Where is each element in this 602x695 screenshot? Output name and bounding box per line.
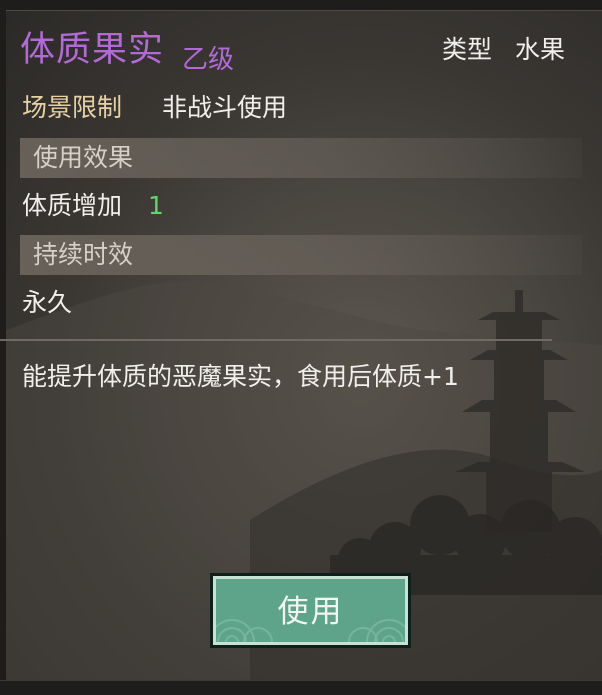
item-type-value: 水果	[515, 35, 566, 64]
panel-bottom-border	[0, 680, 602, 695]
divider	[0, 339, 552, 341]
item-name: 体质果实	[20, 30, 165, 70]
use-button-face[interactable]: 使用	[213, 576, 408, 645]
item-description: 能提升体质的恶魔果实，食用后体质+1	[22, 362, 459, 391]
item-type-label: 类型	[442, 35, 493, 64]
effect-stat: 体质增加	[22, 191, 123, 220]
duration-section-header: 持续时效	[20, 235, 582, 275]
use-button-label[interactable]: 使用	[216, 593, 405, 631]
scene-restriction-value: 非战斗使用	[162, 93, 288, 122]
effect-section-header: 使用效果	[20, 138, 582, 178]
panel-left-border	[0, 10, 6, 680]
panel-top-border	[0, 0, 602, 11]
scene-restriction-label: 场景限制	[22, 93, 123, 122]
effect-section-title: 使用效果	[33, 143, 134, 172]
use-button[interactable]: 使用	[210, 573, 411, 648]
duration-value: 永久	[22, 288, 73, 317]
effect-amount: 1	[148, 191, 164, 220]
duration-section-title: 持续时效	[33, 240, 134, 269]
item-grade: 乙级	[182, 45, 235, 75]
